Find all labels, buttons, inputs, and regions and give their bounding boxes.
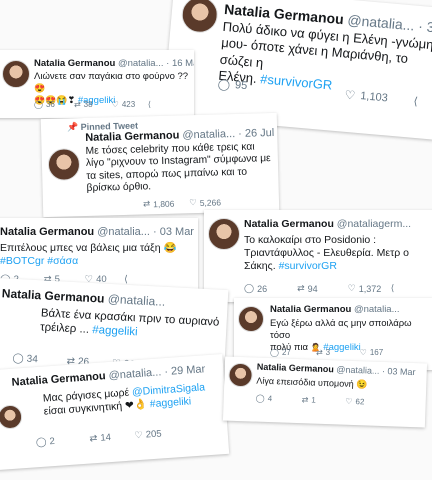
author-name[interactable]: Natalia Germanou (270, 304, 351, 315)
author-name[interactable]: Natalia Germanou (244, 218, 334, 230)
author-handle[interactable]: @natalia... (108, 366, 161, 382)
tweet-date[interactable]: · 29 Mar (164, 363, 206, 378)
tweet-text: Τριαντάφυλλος - Ελευθερία. Μετρ ο (244, 247, 409, 260)
like-count: 1,103 (359, 90, 389, 105)
author-handle[interactable]: @natalia... (107, 292, 165, 309)
tweet-card-8[interactable]: Natalia Germanou @natalia... · 29 Mar Μα… (0, 354, 230, 470)
tweet-date[interactable]: · 03 Mar (382, 366, 416, 377)
retweet-count: 38 (83, 100, 93, 109)
author-name[interactable]: Natalia Germanou (11, 370, 106, 389)
tweet-card-pinned[interactable]: 📌 Pinned Tweet Natalia Germanou @natalia… (40, 112, 280, 218)
like-count: 167 (369, 348, 384, 357)
reply-icon[interactable]: ◯ (12, 353, 24, 365)
tweet-date[interactable]: · 16 Mar (166, 58, 194, 69)
tweet-text: Το καλοκαίρι στο Posidonio : (244, 234, 377, 246)
retweet-icon[interactable]: ⇄ (143, 199, 150, 209)
reply-count: 2 (49, 435, 56, 448)
like-count: 205 (145, 428, 163, 441)
author-name[interactable]: Natalia Germanou (2, 286, 105, 305)
avatar[interactable] (238, 306, 264, 332)
emoji: 😍 (34, 82, 46, 93)
tweet-card-2[interactable]: Natalia Germanou @natalia... · 16 Mar Λι… (0, 50, 194, 118)
tweet-text: τρέιλερ ... (39, 321, 90, 337)
reply-count: 26 (257, 284, 268, 294)
avatar[interactable] (180, 0, 220, 35)
heart-icon[interactable]: ♡ (348, 284, 356, 294)
avatar[interactable] (228, 362, 253, 388)
reply-count: 36 (45, 100, 55, 109)
tweet-card-9[interactable]: Natalia Germanou @natalia... · 03 Mar Λί… (222, 356, 428, 428)
retweet-icon[interactable]: ⇄ (302, 395, 309, 404)
tweet-date[interactable]: · 03 Mar (153, 226, 194, 238)
heart-icon[interactable]: ♡ (112, 100, 119, 109)
share-icon[interactable]: ⟨ (148, 100, 151, 109)
emoji: 😉 (356, 379, 368, 390)
author-name[interactable]: Natalia Germanou (34, 58, 115, 69)
author-name[interactable]: Natalia Germanou (257, 362, 334, 375)
like-count: 1,372 (358, 284, 382, 294)
reply-icon[interactable]: ◯ (244, 284, 254, 294)
emoji: 😂 (163, 242, 177, 254)
reply-icon[interactable]: ◯ (36, 437, 47, 449)
tweet-text: Λιώνετε σαν παγάκια στο φούρνο ?? (34, 71, 189, 82)
hashtag-link[interactable]: #aggeliki (92, 324, 138, 338)
author-name[interactable]: Natalia Germanou (85, 129, 179, 143)
heart-icon[interactable]: ♡ (134, 430, 143, 442)
heart-icon[interactable]: ♡ (189, 198, 197, 208)
author-handle[interactable]: @natalia... (336, 364, 379, 376)
retweet-icon[interactable]: ⇄ (297, 284, 305, 294)
like-count: 5,266 (199, 197, 222, 208)
pin-icon: 📌 (66, 123, 79, 134)
tweet-text: Σάκης. (244, 260, 276, 273)
share-icon[interactable]: ⟨ (391, 284, 395, 294)
author-handle[interactable]: @nataliagerm... (337, 218, 411, 230)
like-count: 62 (355, 397, 365, 407)
reply-icon[interactable]: ◯ (256, 394, 265, 403)
retweet-count: 1,806 (153, 198, 175, 210)
reply-icon[interactable]: ◯ (217, 77, 230, 91)
hashtag-link[interactable]: #aggeliki (149, 395, 191, 410)
author-handle[interactable]: @natalia... (354, 304, 400, 315)
emoji: ❤👌 (124, 398, 148, 413)
author-handle[interactable]: @natalia... (97, 226, 150, 238)
reply-count: 27 (281, 348, 291, 357)
retweet-count: 94 (307, 284, 318, 294)
retweet-count: 1 (311, 395, 316, 405)
author-handle[interactable]: @natalia... (118, 58, 164, 69)
heart-icon[interactable]: ♡ (345, 397, 352, 406)
avatar[interactable] (2, 60, 30, 88)
retweet-count: 14 (100, 432, 112, 444)
avatar[interactable] (0, 404, 23, 430)
tweet-text: Επιτέλους μπες να βάλεις μια τάξη (0, 242, 161, 254)
retweet-count: 3 (325, 348, 331, 357)
hashtag-link[interactable]: #survivorGR (279, 260, 337, 272)
like-count: 423 (121, 100, 136, 109)
reply-icon[interactable]: ◯ (270, 348, 279, 357)
heart-icon[interactable]: ♡ (360, 348, 367, 357)
tweet-date[interactable]: · 26 Jul 16 (238, 127, 279, 140)
share-icon[interactable]: ⟨ (124, 274, 128, 285)
retweet-icon[interactable]: ⇄ (74, 100, 81, 109)
author-name[interactable]: Natalia Germanou (0, 226, 94, 238)
tweet-card-5[interactable]: Natalia Germanou @nataliagerm... Το καλο… (204, 210, 432, 302)
tweet-collage: Natalia Germanou @natalia... · 31 Mar Πο… (0, 0, 432, 480)
tweet-text: Εγώ ξέρω αλλά ας μην σποιλάρω τόσο (270, 318, 412, 341)
avatar[interactable] (208, 218, 240, 250)
heart-icon[interactable]: ♡ (344, 88, 356, 103)
avatar[interactable] (47, 148, 81, 181)
reply-count: 4 (267, 394, 273, 404)
retweet-icon[interactable]: ⇄ (89, 433, 98, 445)
retweet-icon[interactable]: ⇄ (316, 348, 323, 357)
tweet-text: Λίγα επεισόδια υπομονή (256, 375, 354, 389)
hashtag-link[interactable]: #BOTCgr #σάσα (0, 255, 196, 268)
reply-icon[interactable]: ◯ (34, 100, 43, 109)
share-icon[interactable]: ⟨ (413, 94, 418, 107)
author-handle[interactable]: @natalia... (182, 128, 235, 141)
